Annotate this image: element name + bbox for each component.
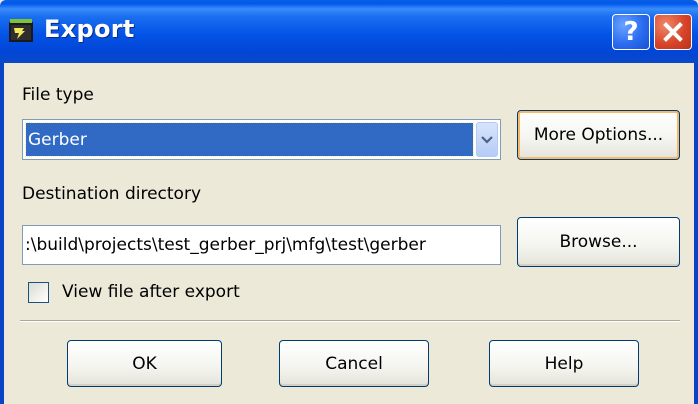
destination-directory-label: Destination directory — [22, 184, 202, 204]
ok-button[interactable]: OK — [67, 340, 222, 387]
cancel-button[interactable]: Cancel — [279, 340, 429, 387]
file-type-dropdown[interactable]: Gerber — [22, 119, 501, 160]
window-title: Export — [44, 15, 135, 43]
window-frame-left — [0, 63, 4, 404]
chevron-down-icon — [481, 135, 493, 144]
file-type-selected-value: Gerber — [25, 122, 474, 157]
destination-directory-input[interactable]: :\build\projects\test_gerber_prj\mfg\tes… — [22, 225, 501, 265]
window-frame-right — [694, 63, 698, 404]
file-type-label: File type — [22, 85, 94, 105]
help-title-button[interactable]: ? — [612, 14, 650, 50]
title-bar: Export ? — [0, 0, 698, 63]
help-button[interactable]: Help — [489, 340, 639, 387]
view-after-export-checkbox[interactable] — [28, 282, 49, 303]
view-after-export-label[interactable]: View file after export — [62, 282, 240, 302]
browse-button[interactable]: Browse... — [517, 217, 680, 267]
divider — [20, 320, 680, 322]
more-options-button[interactable]: More Options... — [517, 110, 680, 160]
close-button[interactable] — [654, 14, 692, 50]
export-app-icon — [9, 19, 33, 42]
dropdown-button[interactable] — [476, 122, 498, 157]
close-icon — [663, 22, 683, 42]
